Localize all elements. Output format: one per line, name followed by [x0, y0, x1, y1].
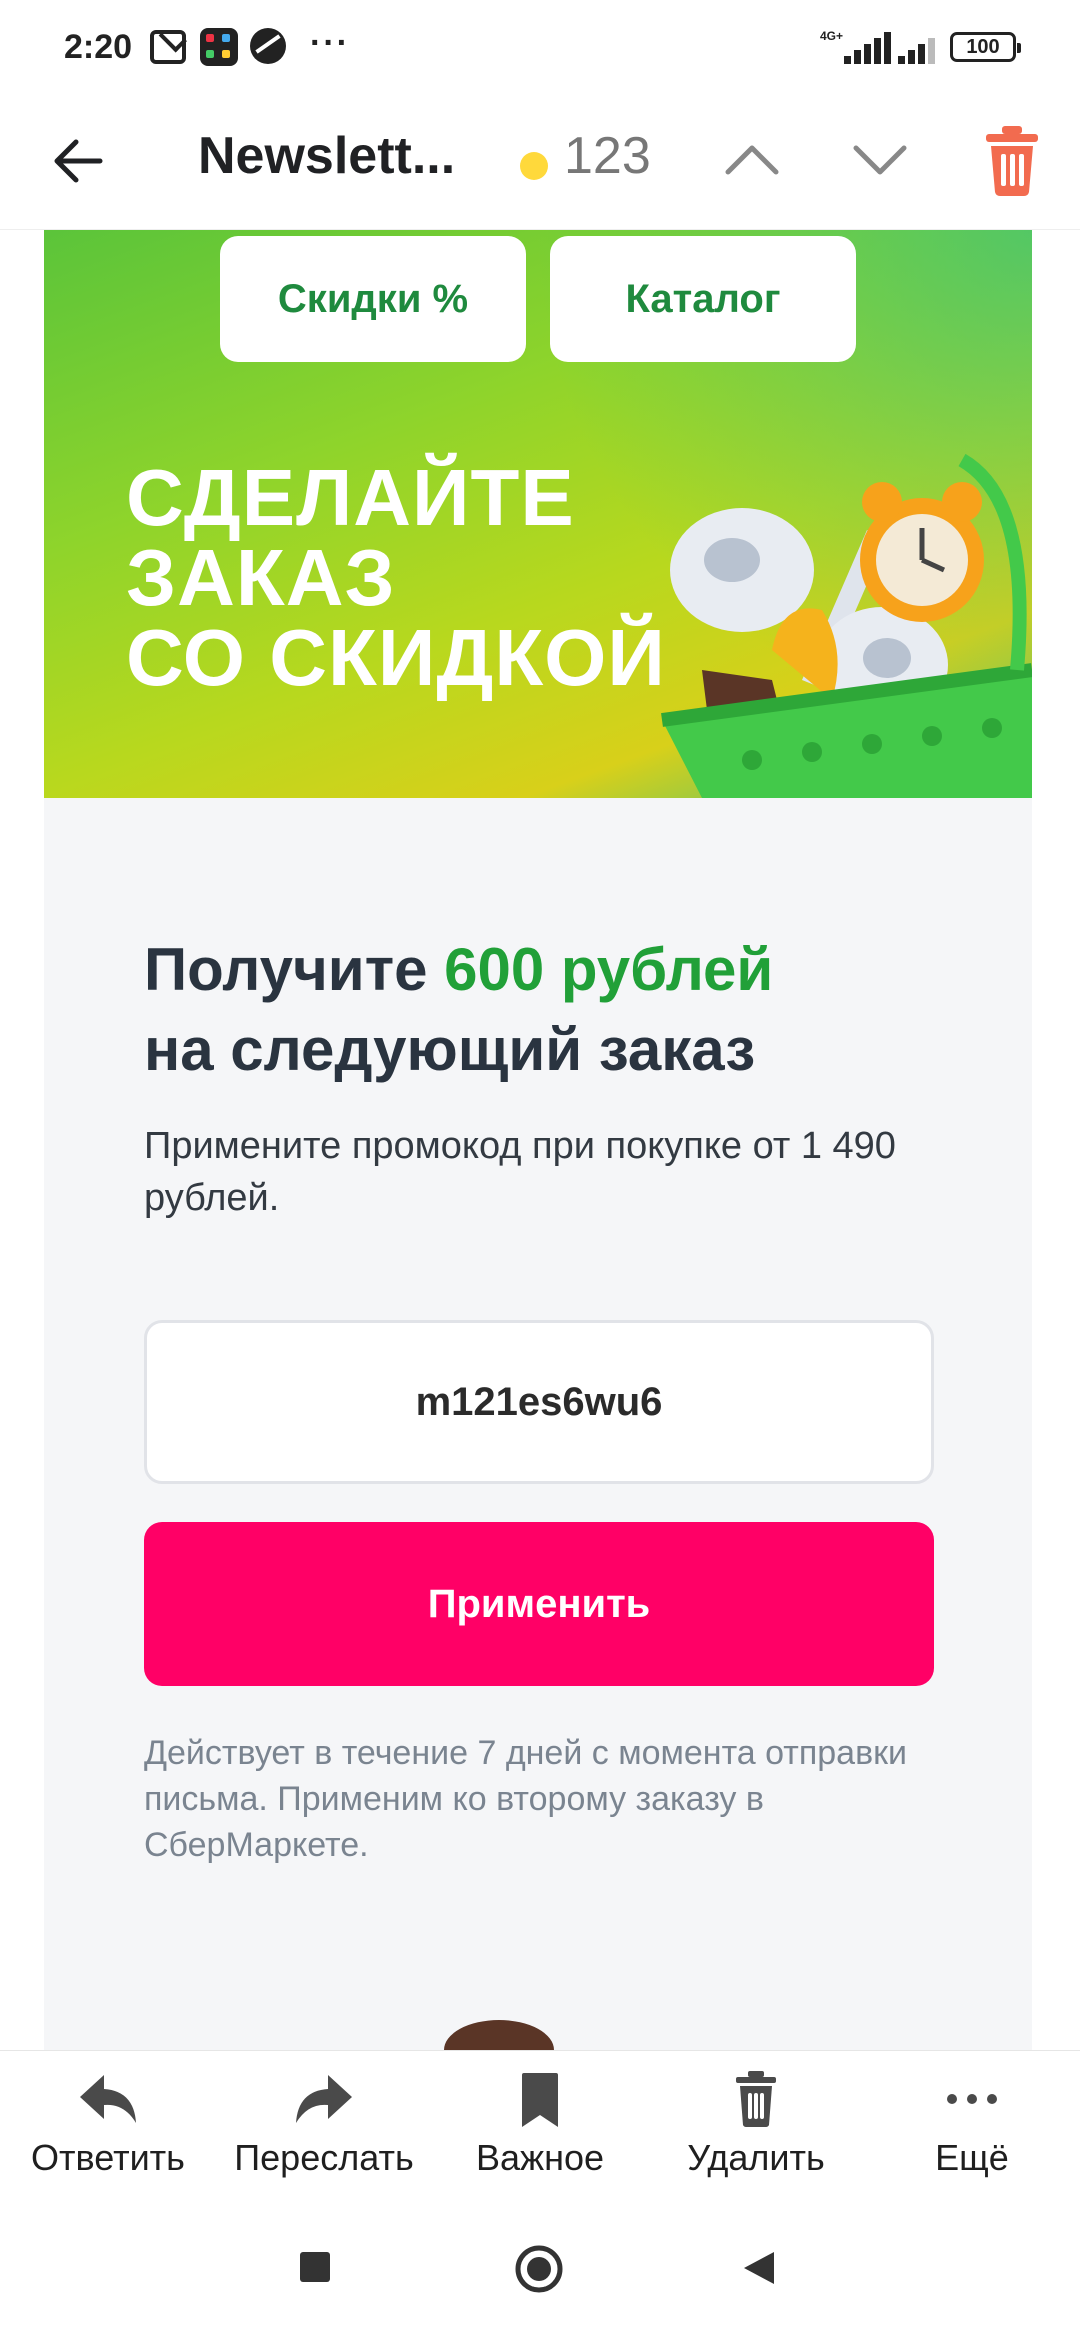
more-notifications-icon: ···: [310, 24, 350, 62]
promo-title: Получите 600 рублей на следующий заказ: [144, 930, 964, 1090]
promo-code-field[interactable]: m121es6wu6: [144, 1320, 934, 1484]
message-title: Newslett...: [198, 127, 456, 185]
next-message-button[interactable]: [840, 120, 920, 200]
next-image-peek: [444, 2020, 554, 2050]
promo-title-prefix: Получите: [144, 936, 445, 1003]
forward-label: Переслать: [234, 2137, 414, 2178]
message-action-bar: Ответить Переслать Важное Удалить Ещё: [0, 2050, 1080, 2208]
promo-banner[interactable]: Скидки % Каталог СДЕЛАЙТЕ ЗАКАЗ СО СКИДК…: [44, 230, 1032, 798]
important-button[interactable]: Важное: [432, 2069, 648, 2199]
coin-icon: [520, 152, 548, 180]
signal-sim2-icon: [894, 32, 950, 64]
promo-terms-note: Действует в течение 7 дней с момента отп…: [144, 1734, 908, 1864]
forward-button[interactable]: Переслать: [216, 2069, 432, 2199]
reply-icon: [80, 2075, 136, 2123]
recents-button[interactable]: [298, 2250, 332, 2289]
shopping-basket-illustration: [661, 453, 1032, 798]
vpn-notification-icon: [250, 28, 286, 64]
promo-title-line2: на следующий заказ: [144, 1016, 756, 1083]
mail-notification-icon: [150, 30, 186, 64]
discounts-link[interactable]: Скидки %: [220, 236, 526, 362]
reply-label: Ответить: [31, 2137, 185, 2178]
back-nav-button[interactable]: [740, 2248, 778, 2293]
status-bar: 2:20 ··· 4G+ 100: [0, 0, 1080, 96]
email-body: Скидки % Каталог СДЕЛАЙТЕ ЗАКАЗ СО СКИДК…: [44, 230, 1032, 2050]
more-icon: [947, 2094, 997, 2104]
previous-message-button[interactable]: [712, 120, 792, 200]
battery-icon: 100: [950, 32, 1021, 62]
promo-amount: 600 рублей: [444, 936, 774, 1003]
more-button[interactable]: Ещё: [864, 2069, 1080, 2199]
trash-icon: [736, 2071, 776, 2127]
forward-icon: [296, 2075, 352, 2123]
promo-subtitle: Примените промокод при покупке от 1 490 …: [144, 1125, 896, 1219]
coin-count: 123: [564, 127, 651, 185]
app-notification-icon: [200, 28, 238, 66]
reply-button[interactable]: Ответить: [0, 2069, 216, 2199]
signal-sim1-icon: [840, 32, 896, 64]
important-label: Важное: [475, 2137, 605, 2178]
delete-button[interactable]: [980, 122, 1044, 198]
catalog-link[interactable]: Каталог: [550, 236, 856, 362]
more-label: Ещё: [935, 2137, 1009, 2178]
triangle-back-icon: [744, 2252, 774, 2284]
arrow-left-icon: [54, 139, 103, 183]
delete-action-button[interactable]: Удалить: [648, 2069, 864, 2199]
bookmark-icon: [522, 2073, 558, 2127]
circle-icon: [515, 2245, 563, 2293]
status-time: 2:20: [64, 28, 133, 66]
back-button[interactable]: [44, 126, 114, 196]
trash-icon: [986, 126, 1038, 196]
delete-label: Удалить: [687, 2137, 825, 2178]
apply-button[interactable]: Применить: [144, 1522, 934, 1686]
chevron-up-icon: [725, 145, 779, 175]
message-toolbar: Newslett... 123: [0, 96, 1080, 230]
home-button[interactable]: [514, 2244, 564, 2299]
square-icon: [300, 2252, 330, 2282]
system-navigation-bar: [0, 2208, 1080, 2340]
chevron-down-icon: [853, 145, 907, 175]
